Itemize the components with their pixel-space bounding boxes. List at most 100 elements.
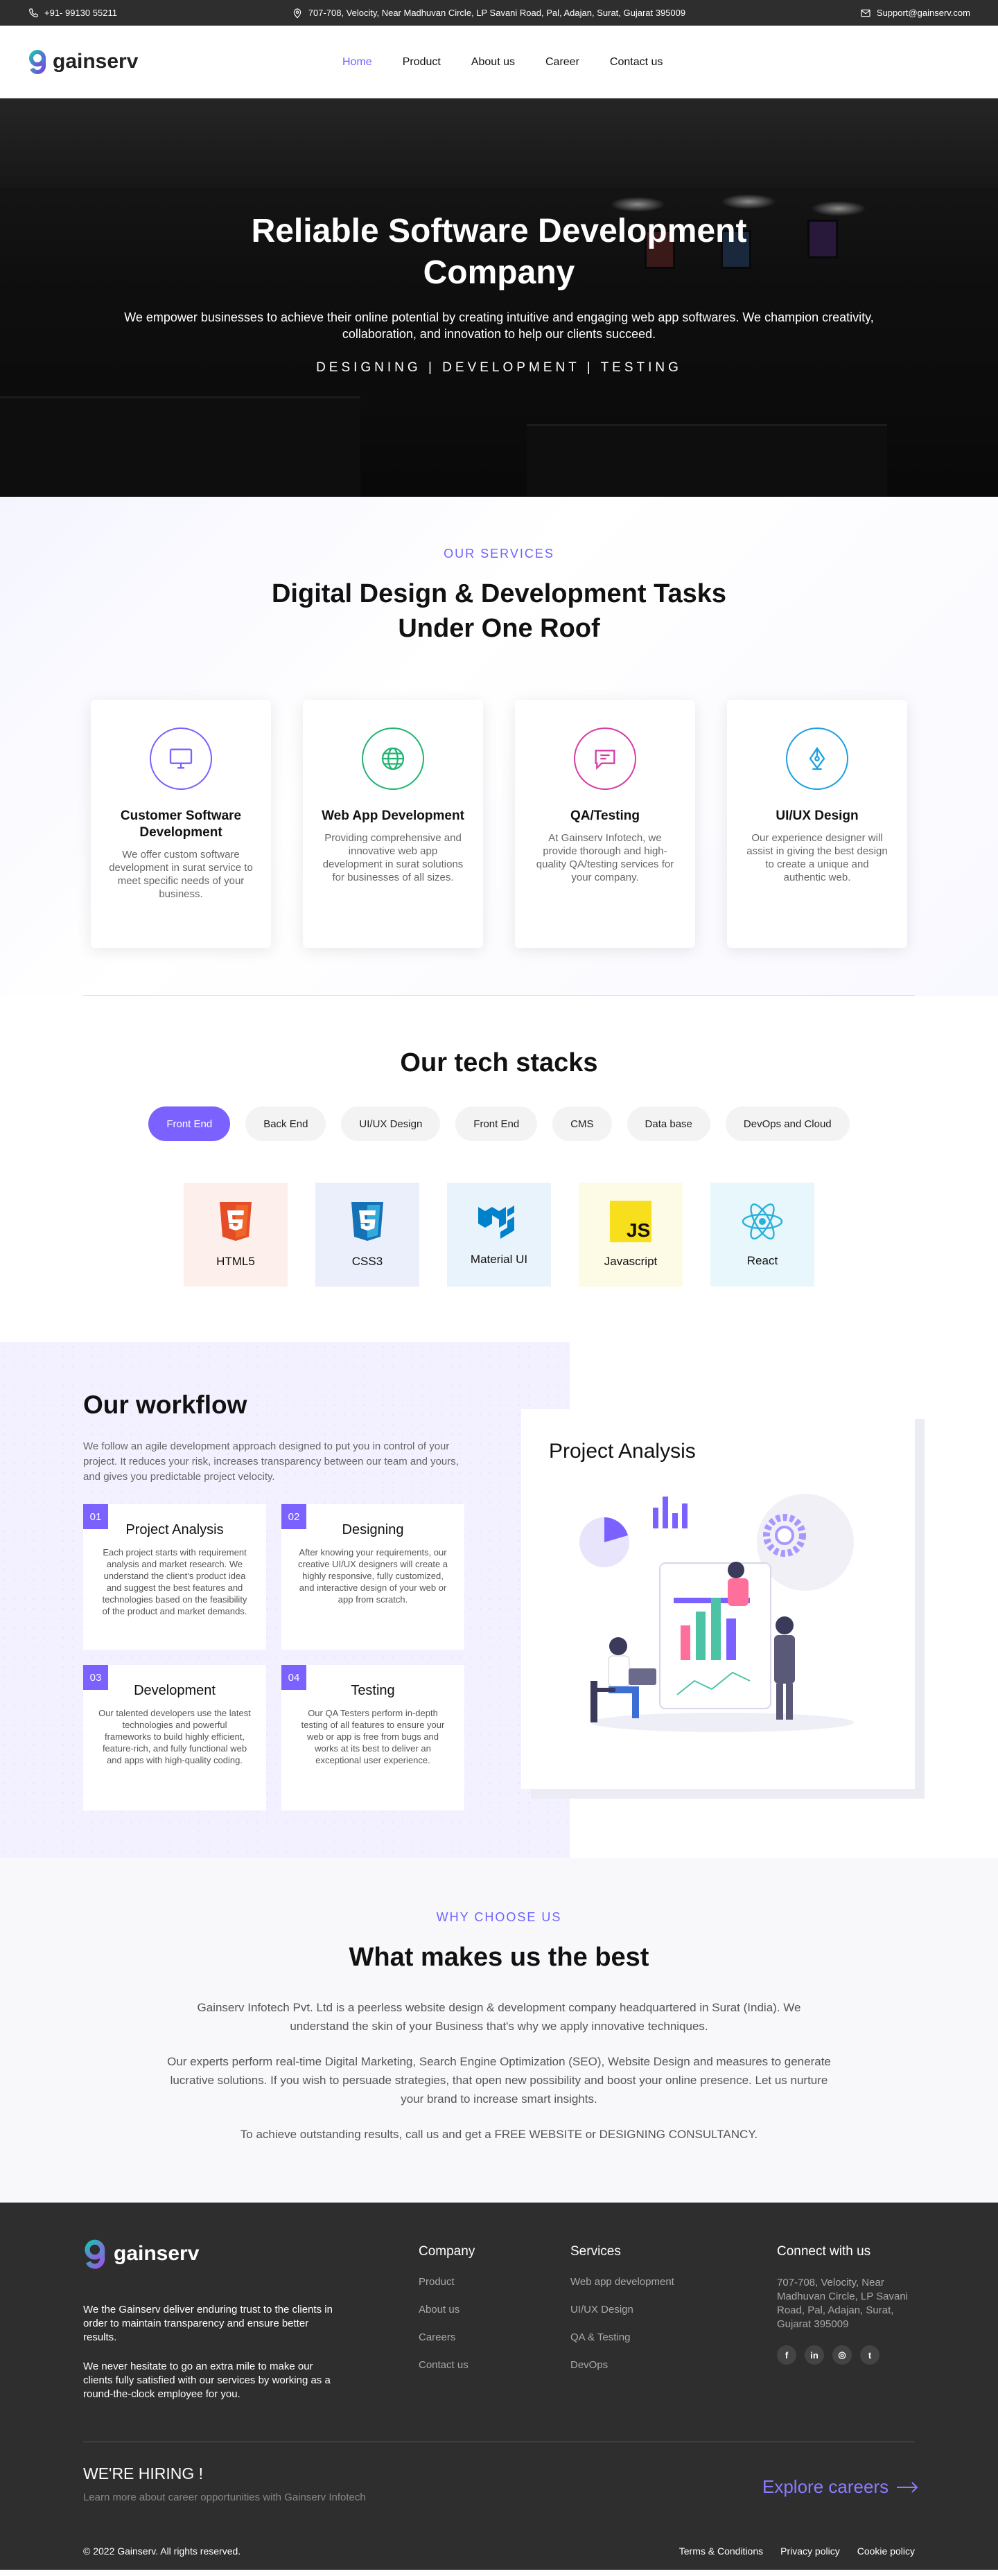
footer-about-text: We the Gainserv deliver enduring trust t… [83, 2304, 333, 2343]
cookie-link[interactable]: Cookie policy [857, 2546, 915, 2557]
tech-stacks-section: Our tech stacks Front End Back End UI/UX… [0, 996, 998, 1342]
why-paragraph: Gainserv Infotech Pvt. Ltd is a peerless… [197, 2001, 801, 2033]
tech-item: HTML5 [184, 1183, 288, 1287]
service-card-text: Our experience designer will assist in g… [746, 832, 888, 883]
step-text: Each project starts with requirement ana… [102, 1547, 247, 1616]
material-ui-icon [478, 1206, 514, 1239]
tab-devops-cloud[interactable]: DevOps and Cloud [725, 1106, 850, 1141]
footer-link-about[interactable]: About us [419, 2304, 475, 2315]
email-contact[interactable]: Support@gainserv.com [860, 8, 970, 19]
service-card-text: We offer custom software development in … [109, 849, 253, 900]
location-pin-icon [293, 8, 301, 19]
workflow-title: Our workflow [83, 1391, 247, 1419]
services-title: Digital Design & Development Tasks Under… [271, 579, 727, 643]
step-number: 02 [281, 1504, 306, 1529]
service-card-title: Customer Software Development [120, 809, 242, 840]
phone-number: +91- 99130 55211 [44, 8, 117, 18]
nav-contact[interactable]: Contact us [610, 56, 663, 69]
brand-name: gainserv [53, 50, 139, 73]
service-card[interactable]: UI/UX Design Our experience designer wil… [727, 700, 907, 948]
tech-tabs: Front End Back End UI/UX Design Front En… [0, 1106, 998, 1141]
tech-item: JS Javascript [579, 1183, 683, 1287]
workflow-steps: 01 Project Analysis Each project starts … [83, 1504, 471, 1810]
footer-address: 707-708, Velocity, Near Madhuvan Circle,… [777, 2277, 908, 2330]
instagram-icon[interactable]: ◎ [832, 2345, 852, 2365]
gainserv-logo-icon [85, 2239, 105, 2269]
hero-tagline: DESIGNING | DEVELOPMENT | TESTING [316, 360, 682, 375]
tech-item-label: HTML5 [216, 1255, 255, 1268]
workflow-intro: We follow an agile development approach … [83, 1440, 459, 1483]
hero-section: Reliable Software Development Company We… [0, 98, 998, 497]
why-paragraph: To achieve outstanding results, call us … [240, 2128, 758, 2141]
tech-item-label: Javascript [604, 1255, 658, 1268]
step-title: Testing [351, 1683, 395, 1698]
service-card[interactable]: QA/Testing At Gainserv Infotech, we prov… [515, 700, 695, 948]
hiring-text: Learn more about career opportunities wi… [83, 2491, 366, 2503]
phone-contact[interactable]: +91- 99130 55211 [28, 8, 117, 19]
footer-link-uiux[interactable]: UI/UX Design [570, 2304, 674, 2315]
site-header: gainserv Home Product About us Career Co… [0, 26, 998, 98]
footer-about-text: We never hesitate to go an extra mile to… [83, 2361, 331, 2400]
facebook-icon[interactable]: f [777, 2345, 796, 2365]
workflow-content: Our workflow We follow an agile developm… [83, 1391, 471, 1810]
service-card-text: At Gainserv Infotech, we provide thoroug… [536, 832, 674, 883]
project-analysis-panel: Project Analysis [521, 1409, 915, 1789]
footer-logo[interactable]: gainserv [83, 2239, 199, 2269]
footer-services-column: Services Web app development UI/UX Desig… [570, 2244, 674, 2387]
terms-link[interactable]: Terms & Conditions [679, 2546, 763, 2557]
tab-data-base[interactable]: Data base [627, 1106, 710, 1141]
workflow-section: Our workflow We follow an agile developm… [0, 1342, 998, 1858]
explore-careers-link[interactable]: Explore careers [762, 2476, 919, 2498]
nav-about[interactable]: About us [471, 56, 515, 69]
linkedin-icon[interactable]: in [805, 2345, 824, 2365]
address-contact: 707-708, Velocity, Near Madhuvan Circle,… [292, 8, 685, 19]
step-title: Development [134, 1683, 216, 1698]
react-icon [742, 1203, 783, 1240]
footer-column-title: Connect with us [777, 2244, 871, 2259]
step-text: Our QA Testers perform in-depth testing … [301, 1708, 445, 1765]
copyright: © 2022 Gainserv. All rights reserved. [83, 2546, 241, 2557]
hero-title: Reliable Software Development Company [251, 213, 747, 291]
workflow-step: 02 Designing After knowing your requirem… [281, 1504, 464, 1650]
nav-product[interactable]: Product [403, 56, 441, 69]
mail-icon [861, 9, 870, 17]
footer-link-qa[interactable]: QA & Testing [570, 2331, 674, 2343]
site-footer: gainserv We the Gainserv deliver endurin… [0, 2203, 998, 2570]
brand-logo[interactable]: gainserv [28, 49, 138, 74]
tab-cms[interactable]: CMS [552, 1106, 612, 1141]
step-title: Designing [342, 1522, 404, 1537]
footer-link-product[interactable]: Product [419, 2276, 475, 2288]
tab-ui-ux-design[interactable]: UI/UX Design [341, 1106, 441, 1141]
top-contact-bar: +91- 99130 55211 707-708, Velocity, Near… [0, 0, 998, 26]
nav-career[interactable]: Career [545, 56, 579, 69]
footer-connect-column: Connect with us 707-708, Velocity, Near … [777, 2244, 929, 2365]
hiring-title: WE'RE HIRING ! [83, 2464, 204, 2482]
tech-item-label: Material UI [470, 1253, 528, 1266]
tech-item-label: CSS3 [351, 1255, 383, 1268]
service-card[interactable]: Web App Development Providing comprehens… [303, 700, 483, 948]
phone-icon [29, 8, 38, 17]
html5-icon [220, 1202, 252, 1241]
step-text: After knowing your requirements, our cre… [297, 1547, 448, 1605]
footer-link-web-app[interactable]: Web app development [570, 2276, 674, 2288]
service-card-title: Web App Development [322, 809, 464, 823]
service-card[interactable]: Customer Software Development We offer c… [91, 700, 271, 948]
privacy-link[interactable]: Privacy policy [780, 2546, 840, 2557]
tech-item: Material UI [447, 1183, 551, 1287]
tab-back-end[interactable]: Back End [245, 1106, 326, 1141]
tab-front-end[interactable]: Front End [148, 1106, 231, 1141]
tech-item: React [710, 1183, 814, 1287]
footer-link-careers[interactable]: Careers [419, 2331, 475, 2343]
service-card-title: QA/Testing [570, 809, 640, 823]
footer-link-contact[interactable]: Contact us [419, 2359, 475, 2371]
nav-home[interactable]: Home [342, 56, 372, 69]
why-eyebrow: WHY CHOOSE US [436, 1910, 562, 1924]
twitter-icon[interactable]: t [860, 2345, 879, 2365]
why-choose-us-section: WHY CHOOSE US What makes us the best Gai… [0, 1858, 998, 2203]
workflow-step: 01 Project Analysis Each project starts … [83, 1504, 266, 1650]
tab-front-end-2[interactable]: Front End [455, 1106, 538, 1141]
chat-icon [574, 727, 636, 790]
footer-company-column: Company Product About us Careers Contact… [419, 2244, 475, 2387]
address-text: 707-708, Velocity, Near Madhuvan Circle,… [308, 8, 686, 18]
footer-link-devops[interactable]: DevOps [570, 2359, 674, 2371]
